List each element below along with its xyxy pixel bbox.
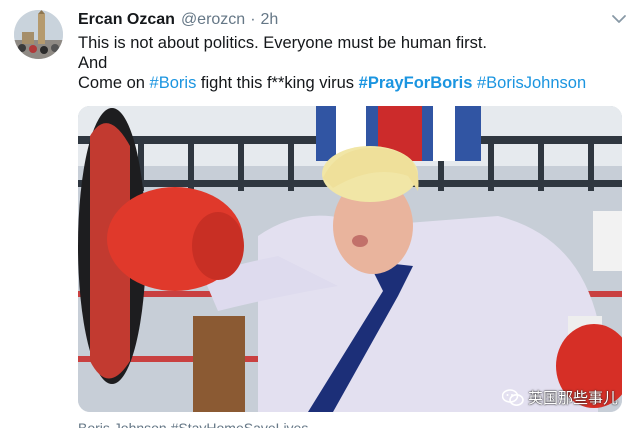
wechat-icon [501,388,524,406]
hashtag-boris[interactable]: #Boris [150,74,197,92]
tweet-text-line-3-middle: fight this f**king virus [196,74,359,92]
hashtag-prayforboris[interactable]: #PrayForBoris [359,74,473,92]
tweet-text-line-1: This is not about politics. Everyone mus… [78,34,488,52]
tweet-text-line-2: And [78,54,108,72]
tweet-timestamp[interactable]: 2h [261,11,279,28]
separator-dot: · [250,11,256,28]
chevron-down-icon[interactable] [610,10,628,28]
tweet: Ercan Ozcan @erozcn · 2h This is not about … [0,0,640,428]
watermark: 英国那些事儿 [501,387,618,408]
tweet-text-line: Come on #Boris fight this f**king virus … [78,73,624,93]
tweet-text-line-3-prefix: Come on [78,74,150,92]
avatar[interactable] [14,10,63,59]
tweet-text-line: This is not about politics. Everyone mus… [78,33,624,53]
tweet-text-line: And [78,53,624,73]
watermark-text: 英国那些事儿 [527,389,618,407]
photo-boxing [78,106,622,412]
tweet-header: Ercan Ozcan @erozcn · 2h [78,9,600,31]
media-caption: Boris Johnson #StayHomeSaveLives [78,420,309,428]
hashtag-borisjohnson[interactable]: #BorisJohnson [477,74,586,92]
display-name[interactable]: Ercan Ozcan [78,11,175,28]
tweet-media-photo[interactable]: 英国那些事儿 [78,106,622,412]
tweet-text: This is not about politics. Everyone mus… [78,33,624,93]
user-handle[interactable]: @erozcn [181,11,245,28]
avatar-image [14,10,63,59]
